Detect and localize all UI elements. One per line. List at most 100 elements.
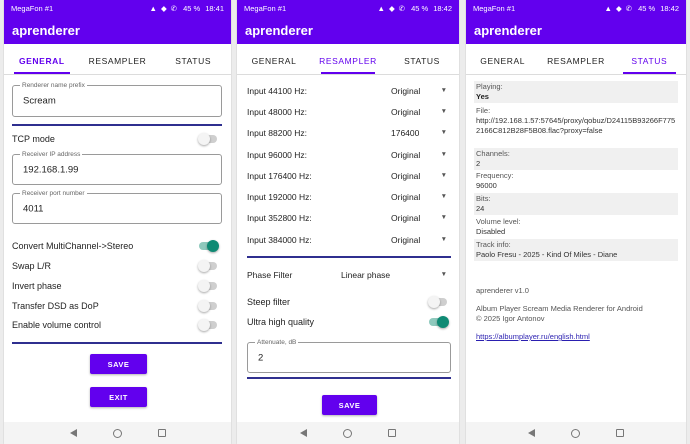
volume-control-row: Enable volume control	[12, 319, 217, 331]
home-icon[interactable]	[571, 428, 580, 438]
field-label: Receiver port number	[20, 189, 87, 198]
home-icon[interactable]	[112, 428, 122, 438]
invert-phase-toggle[interactable]	[198, 280, 217, 292]
receiver-port-field[interactable]: Receiver port number 4011	[12, 189, 222, 224]
rate-row-384000[interactable]: Input 384000 Hz: Original ▼	[247, 229, 447, 250]
tcp-mode-toggle[interactable]	[198, 133, 217, 145]
system-nav-bar	[237, 422, 459, 444]
tab-general[interactable]: GENERAL	[466, 44, 539, 74]
app-title: aprenderer	[237, 16, 459, 44]
status-value: Paolo Fresu - 2025 - Kind Of Miles - Dia…	[476, 250, 618, 259]
toggle-label: Swap L/R	[12, 261, 52, 271]
tab-resampler[interactable]: RESAMPLER	[311, 44, 385, 74]
steep-filter-row: Steep filter	[247, 296, 447, 308]
rate-row-48000[interactable]: Input 48000 Hz: Original ▼	[247, 101, 447, 122]
tab-status[interactable]: STATUS	[155, 44, 231, 74]
tab-resampler[interactable]: RESAMPLER	[539, 44, 612, 74]
rate-value: 176400	[391, 127, 420, 138]
status-track-info: Track info: Paolo Fresu - 2025 - Kind Of…	[474, 239, 678, 261]
dropdown-arrow-icon: ▼	[440, 172, 447, 179]
status-value: 96000	[476, 181, 497, 190]
status-label: Volume level:	[476, 217, 521, 226]
steep-filter-toggle[interactable]	[428, 296, 447, 308]
rate-row-96000[interactable]: Input 96000 Hz: Original ▼	[247, 144, 447, 165]
rate-row-88200[interactable]: Input 88200 Hz: 176400 ▼	[247, 122, 447, 143]
tcp-mode-label: TCP mode	[12, 134, 55, 144]
save-button[interactable]: SAVE	[322, 395, 377, 415]
rate-row-44100[interactable]: Input 44100 Hz: Original ▼	[247, 80, 447, 101]
clock: 18:42	[660, 3, 679, 13]
convert-multichannel-toggle[interactable]	[199, 240, 219, 252]
dropdown-arrow-icon: ▼	[440, 236, 447, 243]
status-label: File:	[476, 106, 491, 115]
tab-general[interactable]: GENERAL	[237, 44, 311, 74]
status-label: Channels:	[476, 149, 510, 158]
rate-value: Original	[391, 149, 421, 160]
status-value: Disabled	[476, 227, 506, 236]
ultra-high-quality-toggle[interactable]	[429, 316, 449, 328]
recents-icon[interactable]	[157, 429, 166, 437]
save-button[interactable]: SAVE	[90, 354, 147, 374]
copyright: © 2025 Igor Antonov	[476, 314, 545, 323]
volume-control-toggle[interactable]	[198, 319, 217, 331]
receiver-ip-field[interactable]: Receiver IP address 192.168.1.99	[12, 150, 222, 185]
exit-button[interactable]: EXIT	[90, 387, 147, 407]
tab-bar: GENERAL RESAMPLER STATUS	[466, 44, 686, 75]
app-title: aprenderer	[4, 16, 231, 44]
renderer-name-prefix-field[interactable]: Renderer name prefix Scream	[12, 81, 222, 117]
battery-level: 45 %	[638, 3, 656, 13]
back-icon[interactable]	[528, 429, 535, 437]
status-bar: MegaFon #1 ▲ ◆ ✆ 45 % 18:42	[466, 0, 686, 16]
status-channels: Channels: 2	[474, 148, 678, 170]
recents-icon[interactable]	[388, 429, 396, 437]
rate-label: Input 384000 Hz:	[247, 234, 312, 245]
home-icon[interactable]	[343, 428, 352, 438]
toggle-label: Convert MultiChannel->Stereo	[12, 241, 134, 251]
rate-label: Input 192000 Hz:	[247, 191, 312, 202]
app-title: aprenderer	[466, 16, 686, 44]
dropdown-arrow-icon: ▼	[440, 108, 447, 115]
tab-status[interactable]: STATUS	[613, 44, 686, 74]
dropdown-arrow-icon: ▼	[440, 214, 447, 221]
phase-filter-row[interactable]: Phase Filter Linear phase ▼	[247, 264, 447, 285]
back-icon[interactable]	[300, 429, 307, 437]
tab-resampler[interactable]: RESAMPLER	[80, 44, 156, 74]
status-label: Playing:	[476, 82, 503, 91]
ultra-high-quality-row: Ultra high quality	[247, 316, 449, 328]
status-value: http://192.168.1.57:57645/proxy/qobuz/D2…	[476, 116, 676, 135]
rate-label: Input 44100 Hz:	[247, 85, 308, 96]
back-icon[interactable]	[69, 429, 77, 437]
rate-value: Original	[391, 85, 421, 96]
divider	[247, 256, 451, 258]
invert-phase-row: Invert phase	[12, 280, 217, 292]
carrier-name: MegaFon #1	[11, 3, 54, 13]
dsd-dop-toggle[interactable]	[198, 300, 217, 312]
field-value: 192.168.1.99	[23, 164, 79, 175]
clock: 18:42	[433, 3, 452, 13]
carrier-name: MegaFon #1	[473, 3, 516, 13]
tab-general[interactable]: GENERAL	[4, 44, 80, 74]
dropdown-arrow-icon: ▼	[440, 87, 447, 94]
rate-row-352800[interactable]: Input 352800 Hz: Original ▼	[247, 207, 447, 228]
battery-level: 45 %	[411, 3, 429, 13]
attenuate-field[interactable]: Attenuate, dB 2	[247, 338, 451, 373]
app-version: aprenderer v1.0	[476, 286, 529, 295]
rate-value: Original	[391, 106, 421, 117]
phone-resampler-screen: MegaFon #1 ▲ ◆ ✆ 45 % 18:42 aprenderer G…	[237, 0, 459, 444]
status-bits: Bits: 24	[474, 193, 678, 215]
swap-lr-toggle[interactable]	[198, 260, 217, 272]
recents-icon[interactable]	[616, 429, 624, 437]
rate-label: Input 48000 Hz:	[247, 106, 308, 117]
tab-bar: GENERAL RESAMPLER STATUS	[4, 44, 231, 75]
tab-status[interactable]: STATUS	[385, 44, 459, 74]
toggle-label: Invert phase	[12, 281, 62, 291]
rate-row-176400[interactable]: Input 176400 Hz: Original ▼	[247, 165, 447, 186]
system-nav-bar	[4, 422, 231, 444]
rate-row-192000[interactable]: Input 192000 Hz: Original ▼	[247, 186, 447, 207]
status-label: Bits:	[476, 194, 491, 203]
dropdown-arrow-icon: ▼	[440, 129, 447, 136]
phone-status-screen: MegaFon #1 ▲ ◆ ✆ 45 % 18:42 aprenderer G…	[466, 0, 686, 444]
website-link[interactable]: https://albumplayer.ru/english.html	[476, 332, 590, 341]
convert-multichannel-row: Convert MultiChannel->Stereo	[12, 240, 219, 252]
field-value: Scream	[23, 95, 56, 107]
